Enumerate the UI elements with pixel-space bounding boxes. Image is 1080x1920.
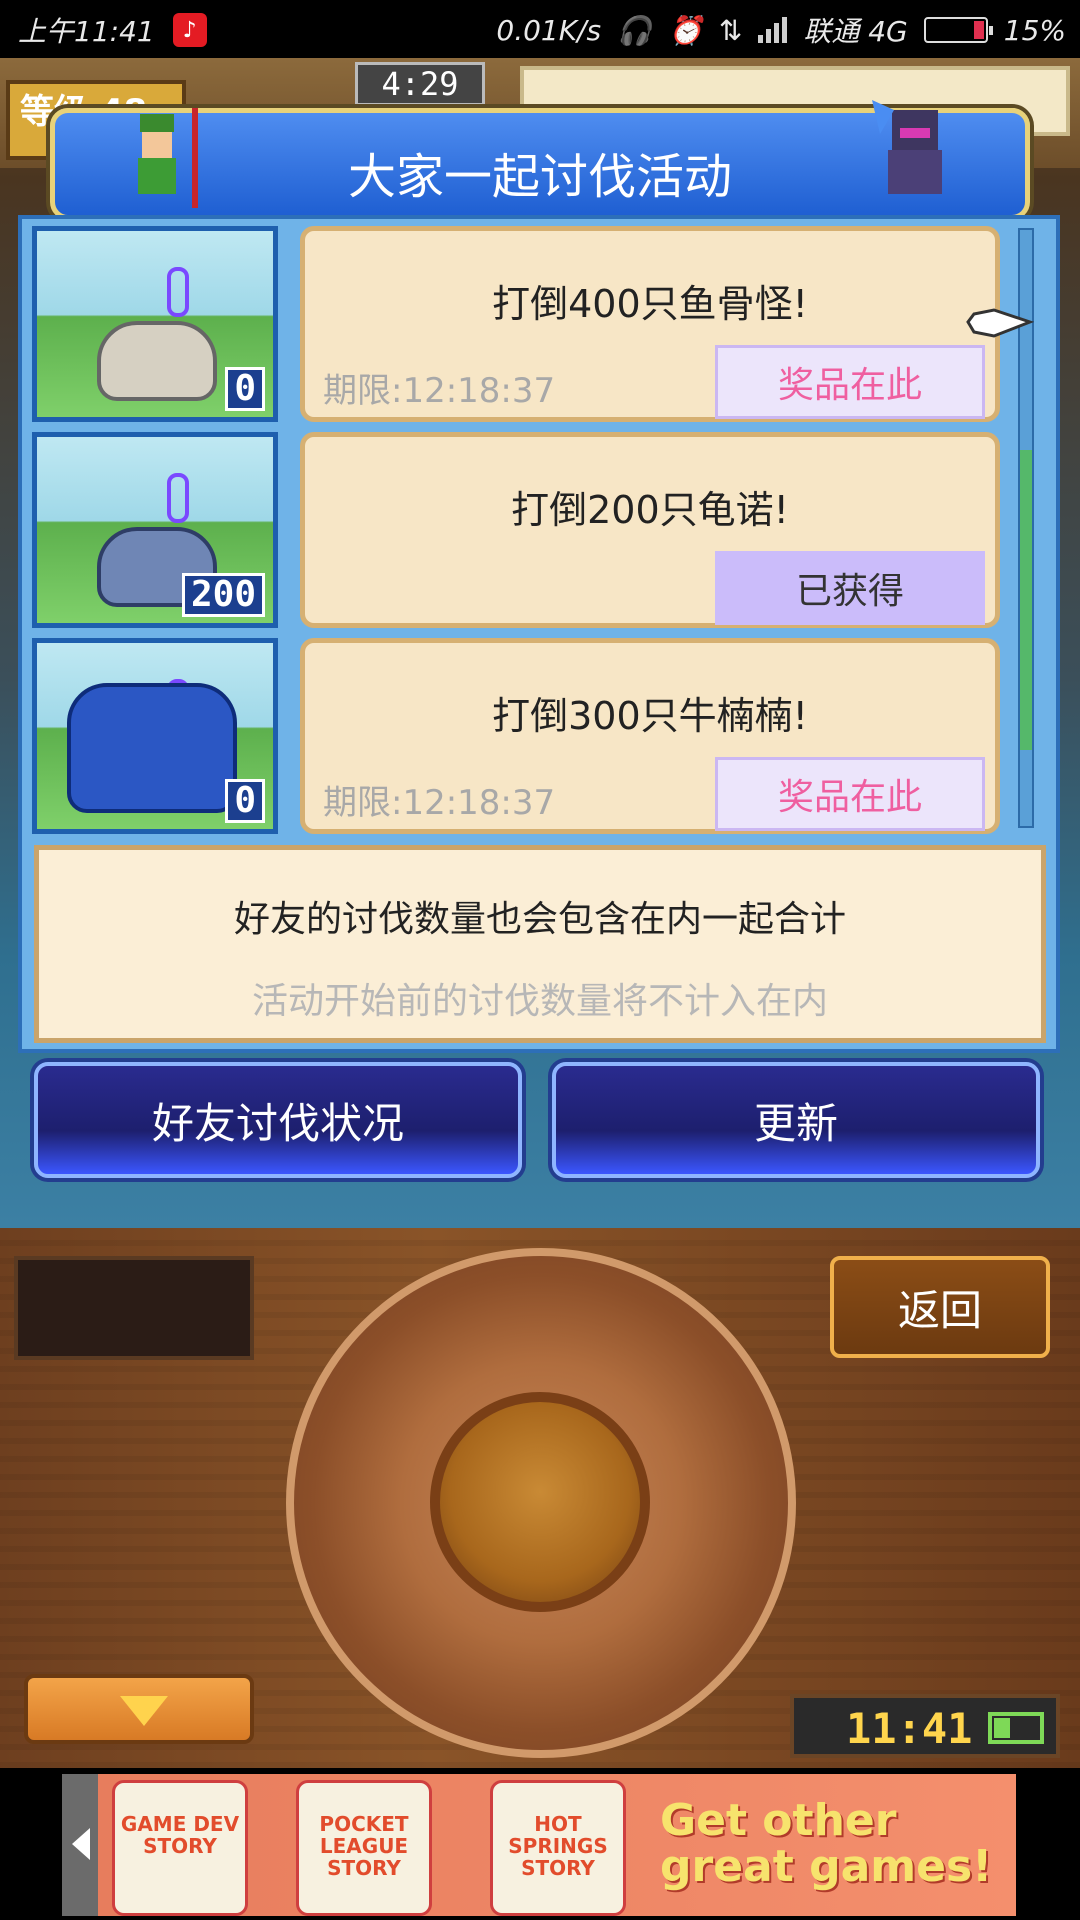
- prize-button[interactable]: 奖品在此: [715, 757, 985, 831]
- monster-thumbnail: 200: [32, 432, 278, 628]
- event-title: 打倒200只龟诺!: [511, 488, 789, 532]
- ad-game-tile[interactable]: GAME DEV STORY: [112, 1780, 248, 1916]
- knight-sprite-icon: [872, 100, 942, 194]
- event-deadline: 期限:12:18:37: [323, 371, 556, 411]
- defeat-count: 0: [225, 779, 265, 823]
- event-card: 打倒400只鱼骨怪! 期限:12:18:37 奖品在此: [300, 226, 1000, 422]
- ad-cta-text[interactable]: Get other great games!: [660, 1798, 1000, 1890]
- event-title: 打倒400只鱼骨怪!: [492, 282, 808, 326]
- ad-game-tile[interactable]: HOT SPRINGS STORY: [490, 1780, 626, 1916]
- prize-button[interactable]: 奖品在此: [715, 345, 985, 419]
- target-marker-icon: [167, 473, 189, 523]
- game-clock: 11:41: [846, 1704, 973, 1753]
- netease-music-icon: ♪: [172, 13, 207, 47]
- monster-thumbnail: 0: [32, 638, 278, 834]
- info-sub-text: 活动开始前的讨伐数量将不计入在内: [251, 981, 828, 1022]
- ad-prev-arrow-icon[interactable]: [72, 1828, 90, 1860]
- ad-game-tile[interactable]: POCKET LEAGUE STORY: [296, 1780, 432, 1916]
- soldier-sprite-icon: [138, 108, 198, 208]
- battery-percent: 15%: [1003, 13, 1066, 47]
- info-main-text: 好友的讨伐数量也会包含在内一起合计: [233, 899, 846, 940]
- arrow-down-icon: [120, 1696, 168, 1726]
- status-time: 上午11:41: [18, 15, 155, 48]
- alarm-icon: ⏰: [668, 13, 703, 47]
- status-bar: 上午11:41 ♪ 0.01K/s 🎧 ⏰ ⇅ 联通 4G 15%: [0, 0, 1080, 58]
- menu-down-button[interactable]: [24, 1674, 254, 1744]
- game-clock-panel: 11:41: [790, 1694, 1060, 1758]
- target-marker-icon: [167, 267, 189, 317]
- back-button[interactable]: 返回: [830, 1256, 1050, 1358]
- ad-game-title: POCKET LEAGUE STORY: [319, 1812, 409, 1880]
- event-card: 打倒300只牛楠楠! 期限:12:18:37 奖品在此: [300, 638, 1000, 834]
- carrier-label: 联通 4G: [803, 15, 908, 48]
- ad-banner[interactable]: GAME DEV STORY POCKET LEAGUE STORY HOT S…: [0, 1768, 1080, 1920]
- bull-monster-icon: [67, 683, 237, 813]
- signal-icon: [758, 17, 788, 43]
- mini-screen: [14, 1256, 254, 1360]
- net-speed: 0.01K/s: [496, 13, 602, 47]
- scrollbar-thumb[interactable]: [1020, 450, 1032, 750]
- pointing-hand-icon: [966, 308, 1034, 338]
- monster-thumbnail: 0: [32, 226, 278, 422]
- dpad-center-button[interactable]: [430, 1392, 650, 1612]
- refresh-button[interactable]: 更新: [552, 1062, 1040, 1178]
- friends-status-button[interactable]: 好友讨伐状况: [34, 1062, 522, 1178]
- event-card: 打倒200只龟诺! 已获得: [300, 432, 1000, 628]
- claimed-badge: 已获得: [715, 551, 985, 625]
- fishbone-monster-icon: [97, 321, 217, 401]
- headphone-icon: 🎧: [617, 13, 652, 47]
- data-transfer-icon: ⇅: [718, 13, 743, 47]
- event-title: 打倒300只牛楠楠!: [492, 694, 808, 738]
- defeat-count: 200: [181, 573, 265, 617]
- info-box: 好友的讨伐数量也会包含在内一起合计 活动开始前的讨伐数量将不计入在内: [34, 845, 1046, 1043]
- ad-game-title: HOT SPRINGS STORY: [508, 1812, 608, 1880]
- event-deadline: 期限:12:18:37: [323, 783, 556, 823]
- game-timer: 4:29: [355, 62, 485, 106]
- ad-game-title: GAME DEV STORY: [120, 1812, 240, 1858]
- game-battery-icon: [988, 1712, 1044, 1744]
- battery-icon: [923, 17, 993, 43]
- defeat-count: 0: [225, 367, 265, 411]
